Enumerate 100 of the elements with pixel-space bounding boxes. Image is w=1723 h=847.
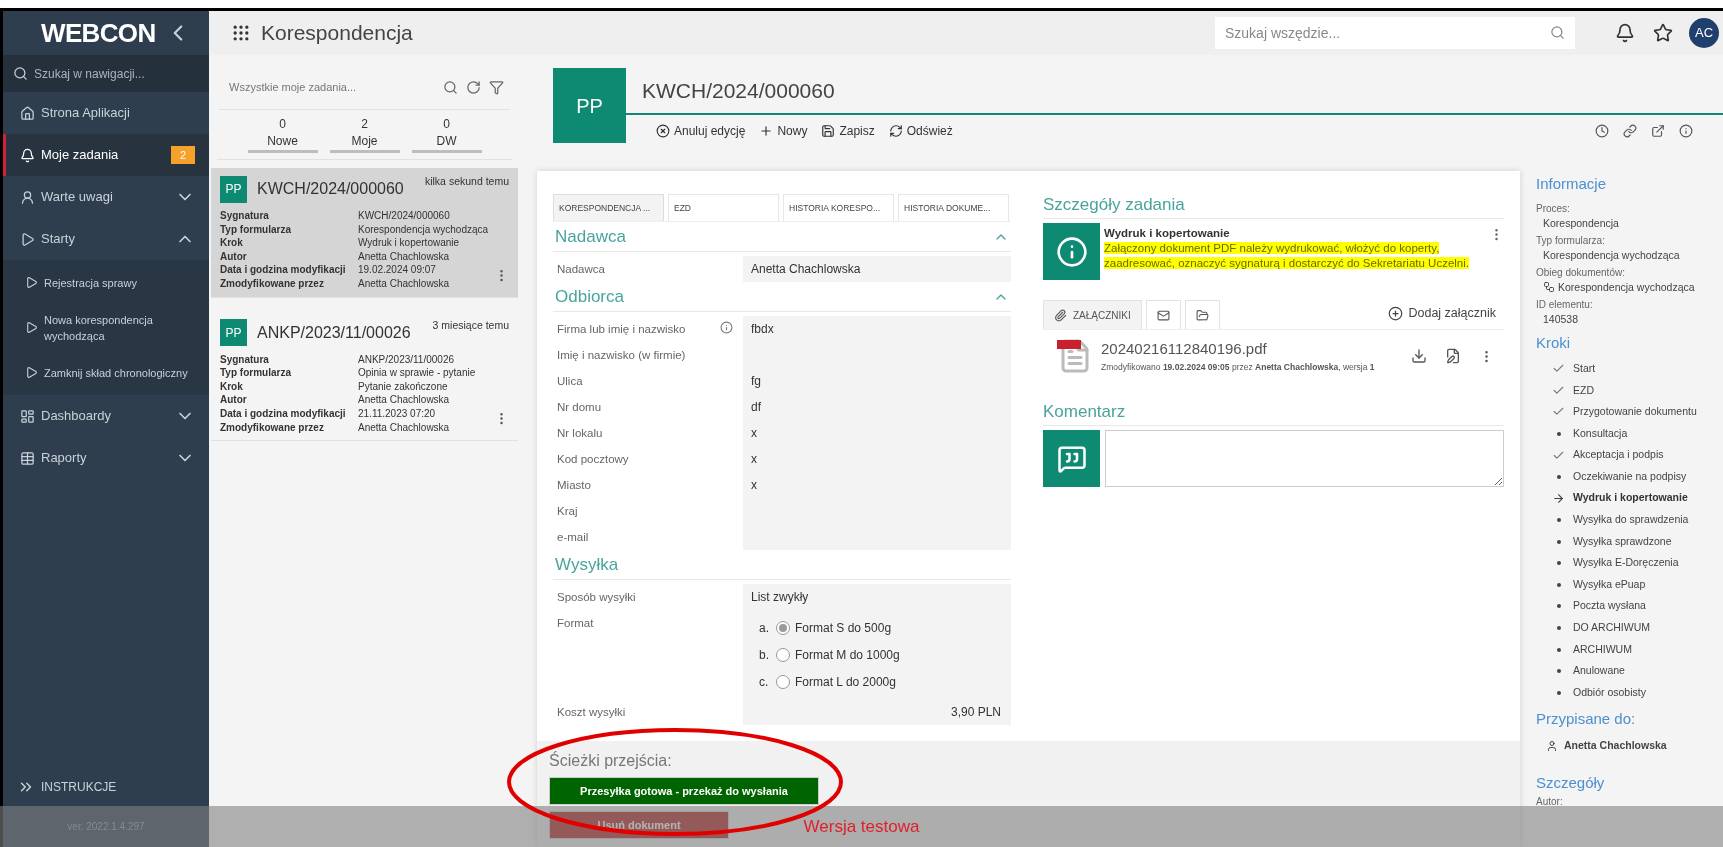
bullet-icon xyxy=(1556,431,1561,436)
transition-button[interactable]: Przesyłka gotowa - przekaż do wysłania xyxy=(549,777,819,805)
global-search-field[interactable]: Szukaj wszędzie... xyxy=(1215,17,1575,49)
task-type-badge: PP xyxy=(220,175,247,203)
notifications-icon[interactable] xyxy=(1615,23,1635,43)
task-field-label: Sygnatura xyxy=(220,209,270,223)
search-icon[interactable] xyxy=(13,66,28,81)
task-title: ANKP/2023/11/00026 xyxy=(257,322,412,343)
app-grid-icon[interactable] xyxy=(231,23,251,43)
link-icon[interactable] xyxy=(1623,124,1637,138)
step-label: Wysyłka E-Doręczenia xyxy=(1573,555,1679,571)
step-label: DO ARCHIWUM xyxy=(1573,620,1650,636)
nav-subitem[interactable]: Nowa korespondencja wychodząca xyxy=(3,305,209,350)
step-label: Anulowane xyxy=(1573,663,1625,679)
task-field-value: Anetta Chachlowska xyxy=(358,393,451,407)
form-tab[interactable]: KORESPONDENCJA ... xyxy=(553,194,664,221)
info-label: Autor: xyxy=(1536,795,1564,810)
form-tab[interactable]: HISTORIA KORESPO... xyxy=(783,194,894,221)
nav-subitem[interactable]: Rejestracja sprawy xyxy=(3,260,209,305)
field-label: Nadawca xyxy=(557,262,605,277)
info-icon[interactable] xyxy=(1679,124,1693,138)
history-icon[interactable] xyxy=(1595,124,1609,138)
instructions-link[interactable]: INSTRUKCJE xyxy=(3,768,209,806)
comment-field[interactable] xyxy=(1105,430,1504,487)
navigation-search-field[interactable]: Szukaj w nawigacji... xyxy=(34,64,194,83)
play-icon xyxy=(25,366,38,379)
user-avatar[interactable]: AC xyxy=(1689,18,1719,48)
step-label: Wydruk i kopertowanie xyxy=(1573,490,1688,506)
task-field-value: Anetta Chachlowska xyxy=(358,249,451,264)
task-field-value: ANKP/2023/11/00026 xyxy=(358,352,455,367)
task-field-label: Typ formularza xyxy=(220,222,292,237)
field-value: x xyxy=(743,420,1011,446)
step-label: ARCHIWUM xyxy=(1573,641,1632,657)
search-icon[interactable] xyxy=(443,80,458,95)
field-label: Nr domu xyxy=(557,400,602,415)
folder-icon xyxy=(1195,308,1209,322)
task-card[interactable] xyxy=(211,168,518,298)
form-tab[interactable]: EZD xyxy=(668,194,779,221)
toolbar-button[interactable]: Nowy xyxy=(759,122,808,140)
radio-button[interactable] xyxy=(776,620,790,635)
attachment-tab[interactable] xyxy=(1145,300,1181,329)
task-field-label: Zmodyfikowane przez xyxy=(220,420,325,435)
task-time: kilka sekund temu xyxy=(424,174,509,189)
task-field-label: Zmodyfikowane przez xyxy=(220,276,325,291)
star-icon[interactable] xyxy=(1653,23,1673,43)
play-icon xyxy=(25,276,38,289)
dashboard-icon xyxy=(20,408,35,424)
navigation-search-bar[interactable]: Szukaj w nawigacji... xyxy=(3,55,209,92)
toolbar-button[interactable]: Zapisz xyxy=(821,122,875,140)
radio-button[interactable] xyxy=(776,647,790,662)
arrow-right-icon xyxy=(1552,491,1565,505)
task-counter-tab[interactable]: 2 Moje xyxy=(329,116,400,153)
nav-subitem[interactable]: Zamknij skład chronologiczny xyxy=(3,350,209,395)
file-meta: Zmodyfikowano 19.02.2024 09:05 przez Anetta Chachlowska, wersja 1 xyxy=(1101,360,1376,374)
section-heading: Nadawca xyxy=(555,225,626,248)
task-field-label: Autor xyxy=(220,249,248,264)
edit-file-icon[interactable] xyxy=(1445,348,1461,364)
document-type-badge: PP xyxy=(553,68,626,143)
plus-icon xyxy=(759,124,774,138)
external-link-icon[interactable] xyxy=(1651,124,1665,138)
bell-icon xyxy=(20,147,35,163)
nav-item[interactable]: Strona Aplikacji xyxy=(3,92,209,134)
app-title: Korespondencja xyxy=(261,20,413,47)
attachment-tab[interactable] xyxy=(1184,300,1220,329)
step-label: Oczekiwanie na podpisy xyxy=(1573,468,1687,484)
instruction-text: Załączony dokument PDF należy wydrukować, włożyć do koperty, zaadresować, oznaczyć sygnaturą i dostarczyć do Sekretariatu Uczelni. xyxy=(1104,241,1470,271)
field-label: Firma lub imię i nazwisko xyxy=(557,322,686,337)
add-attachment-button[interactable]: Dodaj załącznik xyxy=(1388,304,1496,323)
filter-icon[interactable] xyxy=(489,80,504,95)
task-search-field[interactable]: Wszystkie moje zadania... xyxy=(219,79,435,96)
nav-item[interactable]: Raporty xyxy=(3,437,209,479)
nav-item[interactable]: Dashboardy xyxy=(3,395,209,437)
section-heading: Wysyłka xyxy=(555,553,619,576)
download-icon[interactable] xyxy=(1411,348,1427,364)
step-label: Wysyłka ePuap xyxy=(1573,576,1646,592)
task-field-value: Wydruk i kopertowanie xyxy=(358,236,461,250)
task-counter-tab[interactable]: 0 DW xyxy=(411,116,482,153)
toolbar-button[interactable]: Odśwież xyxy=(888,122,953,140)
task-field-value: KWCH/2024/000060 xyxy=(358,209,451,223)
radio-label: Format S do 500g xyxy=(795,619,892,637)
step-label: Przygotowanie dokumentu xyxy=(1573,404,1697,420)
step-label: Wysyłka sprawdzone xyxy=(1573,533,1672,549)
nav-item[interactable]: Moje zadania 2 xyxy=(3,134,209,176)
task-field-label: Autor xyxy=(220,393,248,407)
refresh-icon[interactable] xyxy=(466,80,481,95)
file-name[interactable]: 20240216112840196.pdf xyxy=(1101,338,1403,361)
task-field-label: Sygnatura xyxy=(220,352,270,367)
section-heading: Szczegóły zadania xyxy=(1043,193,1185,216)
task-counter-tab[interactable]: 0 Nowe xyxy=(247,116,318,153)
banner-text: Wersja testowa xyxy=(803,815,920,838)
task-field-label: Krok xyxy=(220,236,244,250)
info-value: 140538 xyxy=(1543,311,1579,326)
toolbar-button[interactable]: Anuluj edycję xyxy=(656,122,746,140)
nav-item[interactable]: Warte uwagi xyxy=(3,176,209,218)
form-tab[interactable]: HISTORIA DOKUME... xyxy=(898,194,1009,221)
bullet-icon xyxy=(1556,604,1561,609)
option-marker: b. xyxy=(759,646,770,664)
nav-item[interactable]: Starty xyxy=(3,218,209,260)
attachment-tab[interactable]: ZAŁĄCZNIKI xyxy=(1043,300,1142,329)
radio-button[interactable] xyxy=(776,674,790,689)
